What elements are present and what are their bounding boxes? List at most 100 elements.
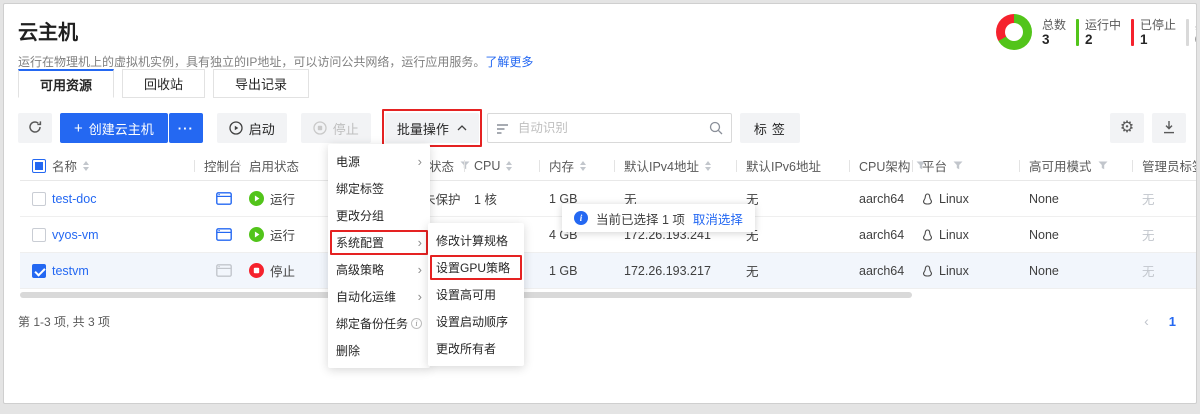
header-memory[interactable]: 内存 bbox=[549, 151, 586, 180]
info-icon: i bbox=[574, 211, 588, 225]
refresh-icon bbox=[28, 120, 42, 137]
vm-name-link[interactable]: vyos-vm bbox=[52, 217, 99, 252]
stat-stopped-value: 1 bbox=[1140, 32, 1176, 47]
submenu-item-label: 设置GPU策略 bbox=[436, 259, 510, 276]
stop-button[interactable]: 停止 bbox=[301, 113, 371, 143]
submenu-item-set-ha[interactable]: 设置高可用 bbox=[428, 281, 524, 308]
admin-tag-cell: 无 bbox=[1142, 217, 1155, 252]
sort-icon[interactable] bbox=[83, 161, 89, 171]
filter-funnel-icon[interactable] bbox=[460, 161, 470, 170]
submenu-item-change-owner[interactable]: 更改所有者 bbox=[428, 335, 524, 362]
menu-item-automation-ops[interactable]: 自动化运维› bbox=[328, 283, 430, 310]
submenu-item-set-boot-order[interactable]: 设置启动顺序 bbox=[428, 308, 524, 335]
stat-stopped: 已停止 1 bbox=[1131, 18, 1176, 47]
stat-stopped-bar bbox=[1131, 19, 1134, 46]
header-ha-mode[interactable]: 高可用模式 bbox=[1029, 151, 1108, 180]
console-icon[interactable] bbox=[216, 228, 232, 241]
stat-running-label: 运行中 bbox=[1085, 18, 1121, 32]
status-cell: 停止 bbox=[249, 253, 295, 288]
export-download-button[interactable] bbox=[1152, 113, 1186, 143]
menu-item-label: 更改分组 bbox=[336, 207, 384, 224]
filter-funnel-icon[interactable] bbox=[1098, 161, 1108, 170]
header-arch[interactable]: CPU架构 bbox=[859, 151, 926, 180]
search-icon[interactable] bbox=[709, 121, 723, 140]
refresh-button[interactable] bbox=[18, 113, 52, 143]
arch-cell: aarch64 bbox=[859, 217, 904, 252]
tag-filter-button[interactable]: 标签 bbox=[740, 113, 800, 143]
console-icon[interactable] bbox=[216, 192, 232, 205]
header-ipv6-label: 默认IPv6地址 bbox=[746, 156, 821, 175]
search-input[interactable] bbox=[487, 113, 732, 143]
menu-item-delete[interactable]: 删除 bbox=[328, 337, 430, 364]
header-platform[interactable]: 平台 bbox=[922, 151, 963, 180]
learn-more-link[interactable]: 了解更多 bbox=[485, 55, 533, 69]
download-icon bbox=[1162, 120, 1176, 137]
more-actions-button[interactable]: ··· bbox=[169, 113, 203, 143]
sort-icon[interactable] bbox=[705, 161, 711, 171]
start-button[interactable]: 启动 bbox=[217, 113, 287, 143]
prev-page-icon[interactable]: ‹ bbox=[1138, 313, 1155, 329]
vm-name-link[interactable]: test-doc bbox=[52, 181, 96, 216]
row-checkbox[interactable] bbox=[32, 228, 46, 242]
console-cell bbox=[216, 217, 232, 252]
filter-funnel-icon[interactable] bbox=[953, 161, 963, 170]
sort-icon[interactable] bbox=[506, 161, 512, 171]
platform-text: Linux bbox=[939, 192, 969, 206]
cancel-selection-link[interactable]: 取消选择 bbox=[693, 209, 743, 228]
pagination: ‹ 1 bbox=[1138, 313, 1182, 329]
batch-operations-button[interactable]: 批量操作 bbox=[385, 113, 479, 143]
header-memory-label: 内存 bbox=[549, 156, 574, 175]
sort-icon[interactable] bbox=[580, 161, 586, 171]
menu-item-bind-backup-task[interactable]: 绑定备份任务i bbox=[328, 310, 430, 337]
menu-item-advanced-policy[interactable]: 高级策略› bbox=[328, 256, 430, 283]
tab-export-records[interactable]: 导出记录 bbox=[213, 69, 309, 98]
menu-item-label: 系统配置 bbox=[336, 234, 384, 251]
submenu-item-modify-compute-spec[interactable]: 修改计算规格 bbox=[428, 227, 524, 254]
chevron-right-icon: › bbox=[418, 155, 422, 168]
menu-item-bind-tag[interactable]: 绑定标签 bbox=[328, 175, 430, 202]
submenu-item-label: 修改计算规格 bbox=[436, 232, 508, 249]
stat-total: 总数 3 bbox=[1042, 18, 1066, 47]
vm-name-link[interactable]: testvm bbox=[52, 253, 89, 288]
create-vm-button[interactable]: + 创建云主机 bbox=[60, 113, 168, 143]
plus-icon: + bbox=[74, 120, 83, 137]
menu-item-power[interactable]: 电源› bbox=[328, 148, 430, 175]
cpu-cell: 1 核 bbox=[474, 181, 497, 216]
header-arch-label: CPU架构 bbox=[859, 156, 910, 175]
tab-recycle-bin[interactable]: 回收站 bbox=[122, 69, 205, 98]
submenu-item-label: 设置高可用 bbox=[436, 286, 496, 303]
platform-cell: Linux bbox=[922, 253, 969, 288]
status-donut-chart bbox=[996, 14, 1032, 50]
create-vm-label: 创建云主机 bbox=[89, 119, 154, 138]
batch-operations-wrap: 批量操作 bbox=[385, 113, 479, 143]
chevron-up-icon bbox=[457, 125, 467, 131]
status-cell: 运行 bbox=[249, 181, 295, 216]
header-cpu[interactable]: CPU bbox=[474, 151, 512, 180]
platform-cell: Linux bbox=[922, 181, 969, 216]
column-settings-button[interactable]: ⚙ bbox=[1110, 113, 1144, 143]
status-text: 运行 bbox=[270, 189, 295, 208]
page-number[interactable]: 1 bbox=[1163, 314, 1182, 329]
console-cell bbox=[216, 181, 232, 216]
header-console: 控制台 bbox=[204, 151, 242, 180]
console-icon[interactable] bbox=[216, 264, 232, 277]
row-checkbox[interactable] bbox=[32, 264, 46, 278]
menu-item-system-config[interactable]: 系统配置› bbox=[328, 229, 430, 256]
header-name-label: 名称 bbox=[52, 156, 77, 175]
row-checkbox[interactable] bbox=[32, 192, 46, 206]
header-ipv4[interactable]: 默认IPv4地址 bbox=[624, 151, 711, 180]
stop-label: 停止 bbox=[333, 119, 359, 138]
search-box bbox=[487, 113, 732, 143]
tab-available-resources[interactable]: 可用资源 bbox=[18, 69, 114, 98]
stat-running-value: 2 bbox=[1085, 32, 1121, 47]
header-ipv4-label: 默认IPv4地址 bbox=[624, 156, 699, 175]
table-footer: 第 1-3 项, 共 3 项 ‹ 1 bbox=[18, 306, 1182, 336]
admin-tag-cell: 无 bbox=[1142, 181, 1155, 216]
header-admin-tag-label: 管理员标签 bbox=[1142, 156, 1197, 175]
submenu-item-set-gpu-policy[interactable]: 设置GPU策略 bbox=[428, 254, 524, 281]
menu-item-change-group[interactable]: 更改分组 bbox=[328, 202, 430, 229]
header-name[interactable]: 名称 bbox=[52, 151, 89, 180]
select-all-checkbox[interactable] bbox=[32, 159, 46, 173]
menu-item-label: 自动化运维 bbox=[336, 288, 396, 305]
items-summary: 第 1-3 项, 共 3 项 bbox=[18, 313, 110, 330]
